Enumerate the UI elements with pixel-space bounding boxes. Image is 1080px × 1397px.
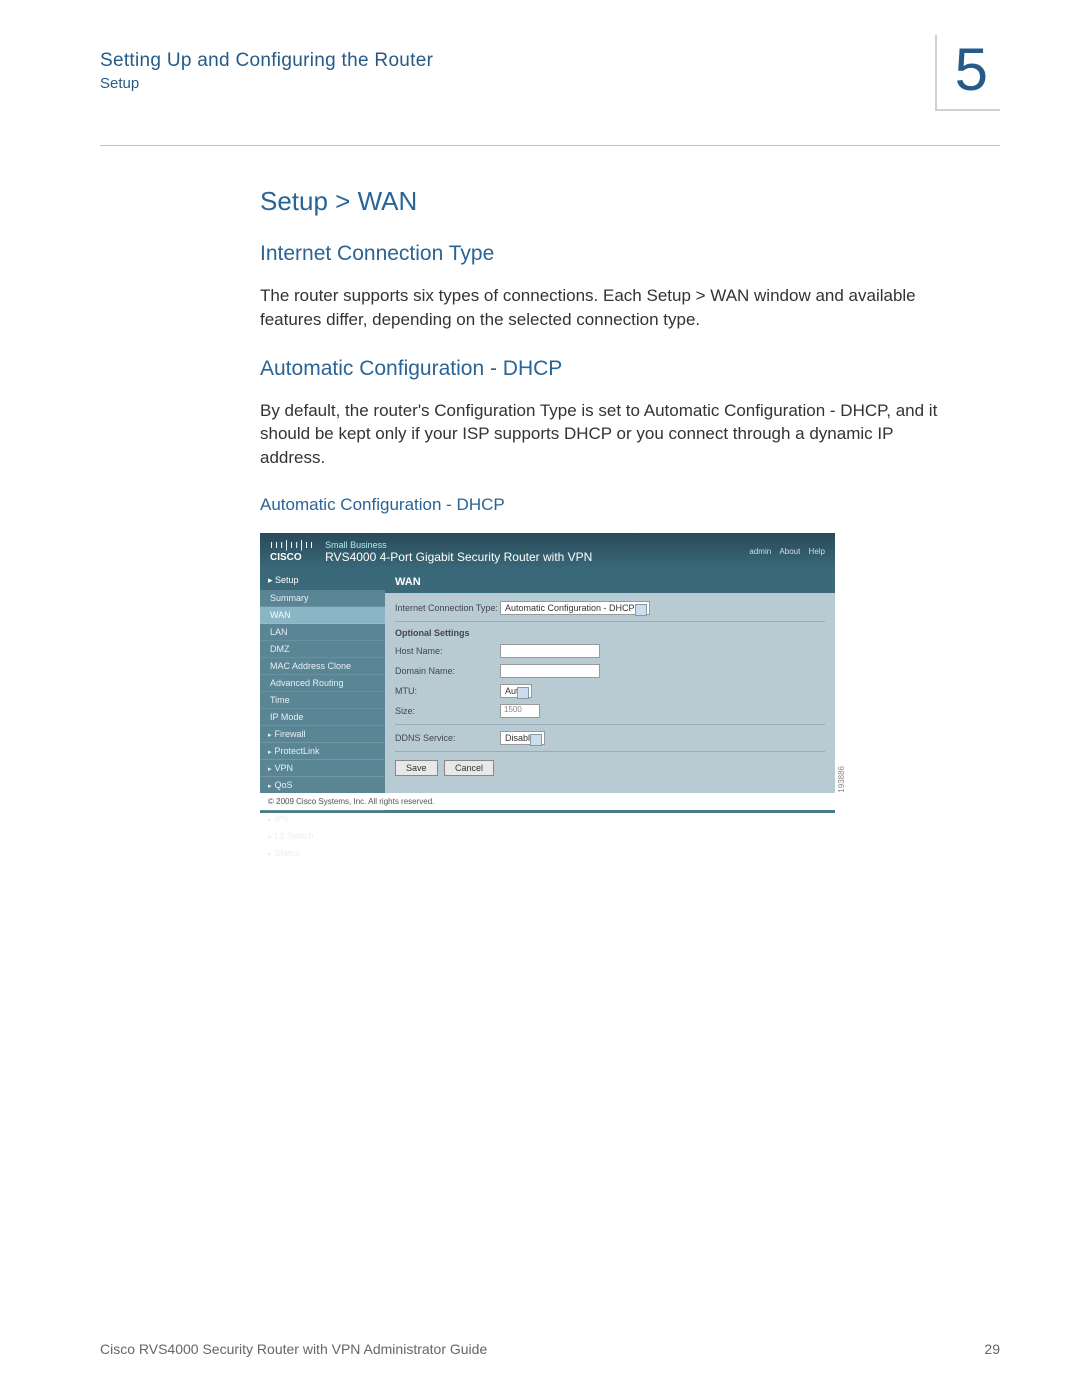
- nav-status[interactable]: Status: [260, 845, 385, 862]
- chapter-number: 5: [935, 35, 1000, 111]
- heading-internet-connection-type: Internet Connection Type: [260, 242, 940, 266]
- nav-summary[interactable]: Summary: [260, 590, 385, 607]
- footer-guide-title: Cisco RVS4000 Security Router with VPN A…: [100, 1341, 487, 1357]
- nav-wan[interactable]: WAN: [260, 607, 385, 624]
- nav-lan[interactable]: LAN: [260, 624, 385, 641]
- figure-caption-dhcp: Automatic Configuration - DHCP: [260, 495, 940, 515]
- label-optional-settings: Optional Settings: [395, 628, 825, 638]
- nav-ips[interactable]: IPS: [260, 811, 385, 828]
- panel-tab-wan: WAN: [385, 571, 835, 593]
- image-id: 193886: [837, 766, 846, 793]
- save-button[interactable]: Save: [395, 760, 438, 776]
- label-conn-type: Internet Connection Type:: [395, 603, 500, 613]
- nav-protectlink[interactable]: ProtectLink: [260, 743, 385, 760]
- nav-advanced-routing[interactable]: Advanced Routing: [260, 675, 385, 692]
- select-ddns[interactable]: Disabled: [500, 731, 545, 745]
- paragraph-dhcp: By default, the router's Configuration T…: [260, 399, 940, 470]
- label-domain: Domain Name:: [395, 666, 500, 676]
- nav-firewall[interactable]: Firewall: [260, 726, 385, 743]
- nav-vpn[interactable]: VPN: [260, 760, 385, 777]
- footer-page-number: 29: [984, 1341, 1000, 1357]
- link-about[interactable]: About: [779, 547, 800, 556]
- cisco-logo: ııı|ıı|ıı CISCO: [270, 540, 315, 563]
- nav-setup[interactable]: ▸ Setup: [260, 571, 385, 590]
- top-links: admin About Help: [743, 547, 825, 556]
- input-hostname[interactable]: [500, 644, 600, 658]
- nav-ipmode[interactable]: IP Mode: [260, 709, 385, 726]
- small-business-label: Small Business: [325, 540, 592, 550]
- label-ddns: DDNS Service:: [395, 733, 500, 743]
- nav-mac-clone[interactable]: MAC Address Clone: [260, 658, 385, 675]
- label-size: Size:: [395, 706, 500, 716]
- select-mtu[interactable]: Auto: [500, 684, 532, 698]
- link-help[interactable]: Help: [809, 547, 825, 556]
- nav-l2switch[interactable]: L2 Switch: [260, 828, 385, 845]
- header-divider: [100, 145, 1000, 146]
- nav-dmz[interactable]: DMZ: [260, 641, 385, 658]
- router-ui-screenshot: ııı|ıı|ıı CISCO Small Business RVS4000 4…: [260, 533, 835, 813]
- label-hostname: Host Name:: [395, 646, 500, 656]
- paragraph-connections: The router supports six types of connect…: [260, 284, 940, 332]
- heading-auto-dhcp: Automatic Configuration - DHCP: [260, 357, 940, 381]
- cancel-button[interactable]: Cancel: [444, 760, 494, 776]
- input-size[interactable]: 1500: [500, 704, 540, 718]
- sidebar-nav: ▸ Setup Summary WAN LAN DMZ MAC Address …: [260, 571, 385, 793]
- heading-setup-wan: Setup > WAN: [260, 186, 940, 217]
- input-domain[interactable]: [500, 664, 600, 678]
- model-label: RVS4000 4-Port Gigabit Security Router w…: [325, 550, 592, 564]
- link-admin[interactable]: admin: [749, 547, 771, 556]
- nav-qos[interactable]: QoS: [260, 777, 385, 794]
- chapter-title: Setting Up and Configuring the Router: [100, 50, 1000, 72]
- select-conn-type[interactable]: Automatic Configuration - DHCP: [500, 601, 650, 615]
- nav-time[interactable]: Time: [260, 692, 385, 709]
- label-mtu: MTU:: [395, 686, 500, 696]
- chapter-subtitle: Setup: [100, 75, 1000, 92]
